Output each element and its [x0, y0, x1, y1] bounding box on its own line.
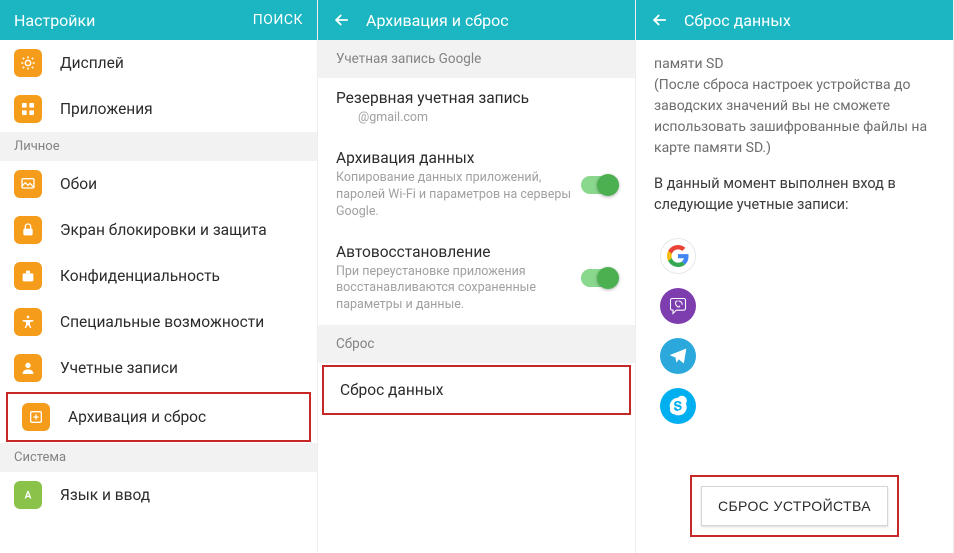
settings-label: Архивация и сброс [68, 408, 206, 426]
settings-label: Экран блокировки и защита [60, 221, 267, 239]
settings-title: Настройки [14, 11, 253, 30]
auto-restore-title: Автовосстановление [336, 243, 573, 261]
account-viber [654, 281, 935, 331]
google-icon [660, 238, 696, 274]
settings-item-display[interactable]: Дисплей [0, 40, 317, 86]
backup-account-sub: @gmail.com [336, 110, 609, 127]
settings-label: Язык и ввод [60, 486, 150, 504]
settings-label: Специальные возможности [60, 313, 264, 331]
backup-reset-panel: Архивация и сброс Учетная запись Google … [318, 0, 636, 553]
highlight-backup-reset: Архивация и сброс [6, 392, 311, 442]
back-button[interactable] [332, 10, 352, 30]
settings-panel: Настройки ПОИСК Дисплей Приложения Лично… [0, 0, 318, 553]
settings-item-accounts[interactable]: Учетные записи [0, 345, 317, 391]
settings-header: Настройки ПОИСК [0, 0, 317, 40]
sd-note-text: (После сброса настроек устройства до зав… [654, 77, 927, 156]
svg-text:A: A [25, 490, 32, 501]
accessibility-icon [14, 308, 42, 336]
skype-icon [660, 388, 696, 424]
settings-label: Конфиденциальность [60, 267, 220, 285]
settings-item-privacy[interactable]: Конфиденциальность [0, 253, 317, 299]
settings-label: Учетные записи [60, 359, 178, 377]
lock-icon [14, 216, 42, 244]
accounts-icon [14, 354, 42, 382]
reset-device-button[interactable]: СБРОС УСТРОЙСТВА [701, 486, 888, 526]
language-icon: A [14, 481, 42, 509]
display-icon [14, 49, 42, 77]
backup-header: Архивация и сброс [318, 0, 635, 40]
apps-icon [14, 95, 42, 123]
section-system: Система [0, 443, 317, 472]
settings-item-language[interactable]: A Язык и ввод [0, 472, 317, 518]
backup-account-item[interactable]: Резервная учетная запись @gmail.com [318, 78, 635, 138]
search-action[interactable]: ПОИСК [253, 12, 303, 28]
settings-label: Приложения [60, 100, 153, 118]
reset-data-item[interactable]: Сброс данных [324, 367, 629, 413]
auto-restore-toggle[interactable] [581, 269, 617, 287]
backup-account-title: Резервная учетная запись [336, 89, 609, 107]
privacy-icon [14, 262, 42, 290]
backup-data-title: Архивация данных [336, 149, 573, 167]
highlight-reset-data: Сброс данных [322, 365, 631, 415]
auto-restore-item[interactable]: Автовосстановление При переустановке при… [318, 232, 635, 326]
account-google [654, 231, 935, 281]
settings-label: Обои [60, 175, 97, 193]
reset-title: Сброс данных [684, 11, 939, 30]
reset-data-panel: Сброс данных памяти SD (После сброса нас… [636, 0, 954, 553]
backup-data-sub: Копирование данных приложений, паролей W… [336, 170, 573, 221]
telegram-icon [660, 338, 696, 374]
settings-item-backup-reset[interactable]: Архивация и сброс [8, 394, 309, 440]
sd-note: памяти SD (После сброса настроек устройс… [654, 54, 935, 159]
reset-body: памяти SD (После сброса настроек устройс… [636, 40, 953, 445]
backup-title: Архивация и сброс [366, 11, 621, 30]
auto-restore-sub: При переустановке приложения восстанавли… [336, 264, 573, 315]
backup-data-item[interactable]: Архивация данных Копирование данных прил… [318, 138, 635, 232]
section-reset: Сброс [318, 325, 635, 363]
settings-item-apps[interactable]: Приложения [0, 86, 317, 132]
settings-item-lockscreen[interactable]: Экран блокировки и защита [0, 207, 317, 253]
backup-data-toggle[interactable] [581, 176, 617, 194]
account-skype [654, 381, 935, 431]
section-google-account: Учетная запись Google [318, 40, 635, 78]
accounts-intro: В данный момент выполнен вход в следующи… [654, 173, 935, 215]
account-telegram [654, 331, 935, 381]
section-personal: Личное [0, 132, 317, 161]
backup-reset-icon [22, 403, 50, 431]
reset-button-wrap: СБРОС УСТРОЙСТВА [636, 475, 953, 537]
back-button[interactable] [650, 10, 670, 30]
wallpaper-icon [14, 170, 42, 198]
settings-item-wallpaper[interactable]: Обои [0, 161, 317, 207]
settings-label: Дисплей [60, 54, 124, 72]
highlight-reset-button: СБРОС УСТРОЙСТВА [690, 475, 899, 537]
settings-item-accessibility[interactable]: Специальные возможности [0, 299, 317, 345]
sd-title: памяти SD [654, 56, 724, 72]
reset-header: Сброс данных [636, 0, 953, 40]
viber-icon [660, 288, 696, 324]
